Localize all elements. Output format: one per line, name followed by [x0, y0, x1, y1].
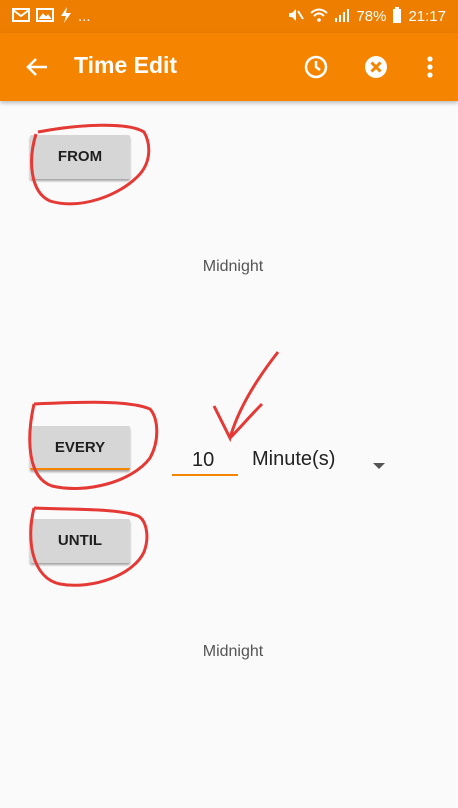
status-bar: ... 78% 21:17: [0, 0, 458, 33]
flash-icon: [60, 6, 72, 27]
clock-icon[interactable]: [302, 53, 330, 81]
page-title: Time Edit: [74, 52, 178, 78]
interval-value-input[interactable]: [172, 446, 238, 476]
mail-icon: [12, 7, 30, 26]
mute-icon: [288, 8, 305, 26]
from-time-label[interactable]: Midnight: [33, 258, 433, 276]
app-bar: Time Edit: [0, 33, 458, 101]
image-icon: [36, 7, 54, 26]
status-time: 21:17: [408, 8, 446, 25]
red-annotation-overlay: [28, 123, 280, 587]
signal-icon: [334, 8, 350, 26]
every-button-label: EVERY: [54, 439, 106, 456]
more-options-icon[interactable]: [416, 53, 444, 81]
dropdown-arrow-icon[interactable]: [372, 457, 386, 475]
from-button-label: FROM: [57, 148, 103, 165]
from-button[interactable]: FROM: [30, 135, 130, 179]
battery-icon: [392, 6, 402, 27]
checkmark-annotation: [212, 351, 280, 443]
status-more-text: ...: [78, 8, 91, 25]
until-button-label: UNTIL: [57, 532, 103, 549]
battery-percent: 78%: [356, 8, 387, 25]
every-button[interactable]: EVERY: [30, 426, 130, 470]
status-left-icons: ...: [12, 6, 91, 27]
cancel-icon[interactable]: [362, 53, 390, 81]
back-arrow-icon[interactable]: [24, 53, 52, 81]
interval-unit-select[interactable]: Minute(s): [252, 448, 335, 471]
status-right: 78% 21:17: [288, 6, 446, 27]
until-time-label[interactable]: Midnight: [33, 643, 433, 661]
until-button[interactable]: UNTIL: [30, 519, 130, 563]
wifi-icon: [310, 8, 329, 26]
